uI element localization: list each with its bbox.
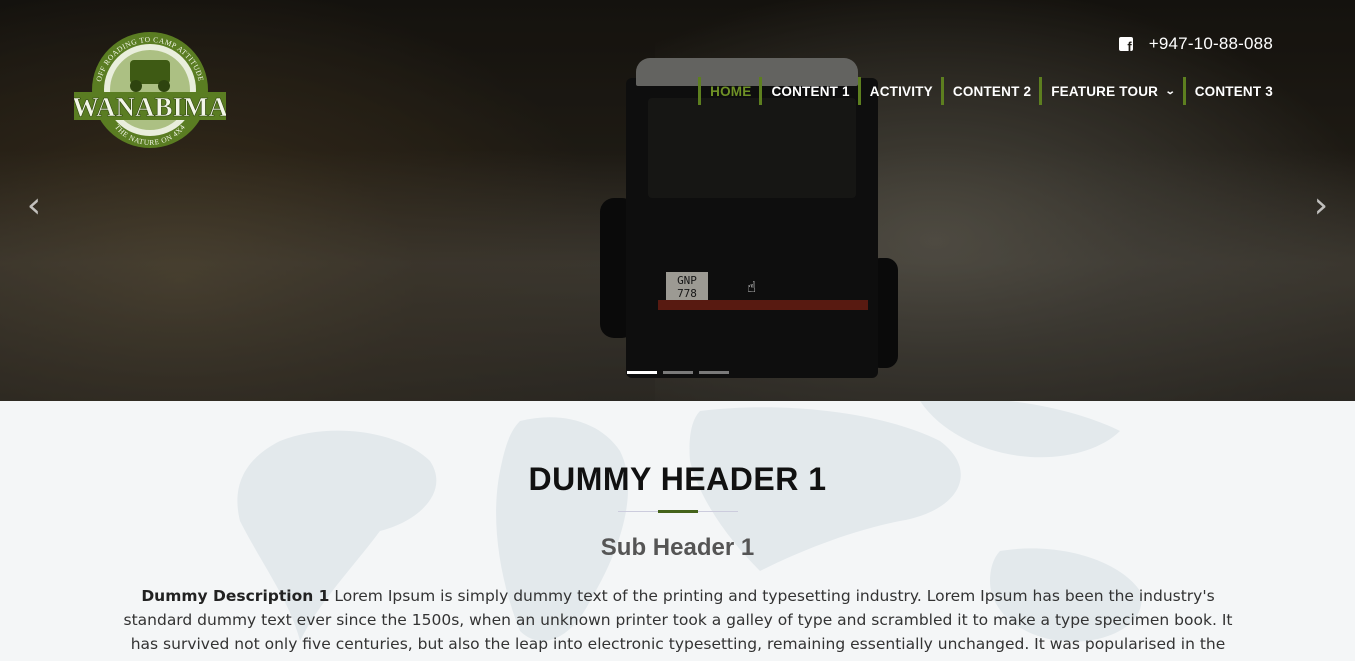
title-divider-accent <box>658 510 698 513</box>
chevron-down-icon: ⌄ <box>1164 85 1176 97</box>
facebook-icon[interactable] <box>1118 37 1133 54</box>
title-divider <box>618 510 738 513</box>
nav-item-content-3[interactable]: CONTENT 3 <box>1182 77 1273 105</box>
slider-dot-3[interactable] <box>699 371 729 374</box>
wanabima-logo-icon: OFF ROADING TO CAMP ATTITUDE WANABIMA TH… <box>72 32 229 148</box>
nav-item-content-1[interactable]: CONTENT 1 <box>759 77 857 105</box>
nav-item-label: FEATURE TOUR <box>1051 83 1159 99</box>
section-sub-header: Sub Header 1 <box>600 534 755 561</box>
nav-item-content-2[interactable]: CONTENT 2 <box>940 77 1039 105</box>
intro-section: DUMMY HEADER 1 Sub Header 1 Dummy Descri… <box>0 401 1355 661</box>
nav-item-label: CONTENT 3 <box>1194 83 1273 99</box>
chevron-right-icon[interactable]: › <box>1309 188 1333 224</box>
nav-item-label: CONTENT 1 <box>771 83 850 99</box>
slider-pagination <box>627 371 729 374</box>
chevron-left-icon[interactable]: ‹ <box>22 188 46 224</box>
phone-number[interactable]: +947-10-88-088 <box>1149 34 1273 54</box>
nav-item-label: CONTENT 2 <box>952 83 1032 99</box>
nav-item-feature-tour[interactable]: FEATURE TOUR ⌄ <box>1039 77 1183 105</box>
hand-cursor-icon: ☝ <box>747 278 757 296</box>
description-lead: Dummy Description 1 <box>141 587 330 605</box>
section-title: DUMMY HEADER 1 <box>528 461 827 497</box>
section-description: Dummy Description 1 Lorem Ipsum is simpl… <box>118 584 1238 661</box>
main-nav: HOME CONTENT 1 ACTIVITY CONTENT 2 FEATUR… <box>698 77 1273 105</box>
slider-dot-1[interactable] <box>627 371 657 374</box>
nav-item-activity[interactable]: ACTIVITY <box>857 77 941 105</box>
header-contact: +947-10-88-088 <box>1118 34 1273 54</box>
hero-slider: GNP 778 OFF ROADING TO CAMP ATTITUDE WAN… <box>0 0 1355 401</box>
nav-item-home[interactable]: HOME <box>698 77 759 105</box>
site-logo[interactable]: OFF ROADING TO CAMP ATTITUDE WANABIMA TH… <box>72 30 229 150</box>
nav-item-label: HOME <box>710 83 752 99</box>
nav-item-label: ACTIVITY <box>869 83 933 99</box>
logo-brand: WANABIMA <box>74 92 226 122</box>
slider-dot-2[interactable] <box>663 371 693 374</box>
